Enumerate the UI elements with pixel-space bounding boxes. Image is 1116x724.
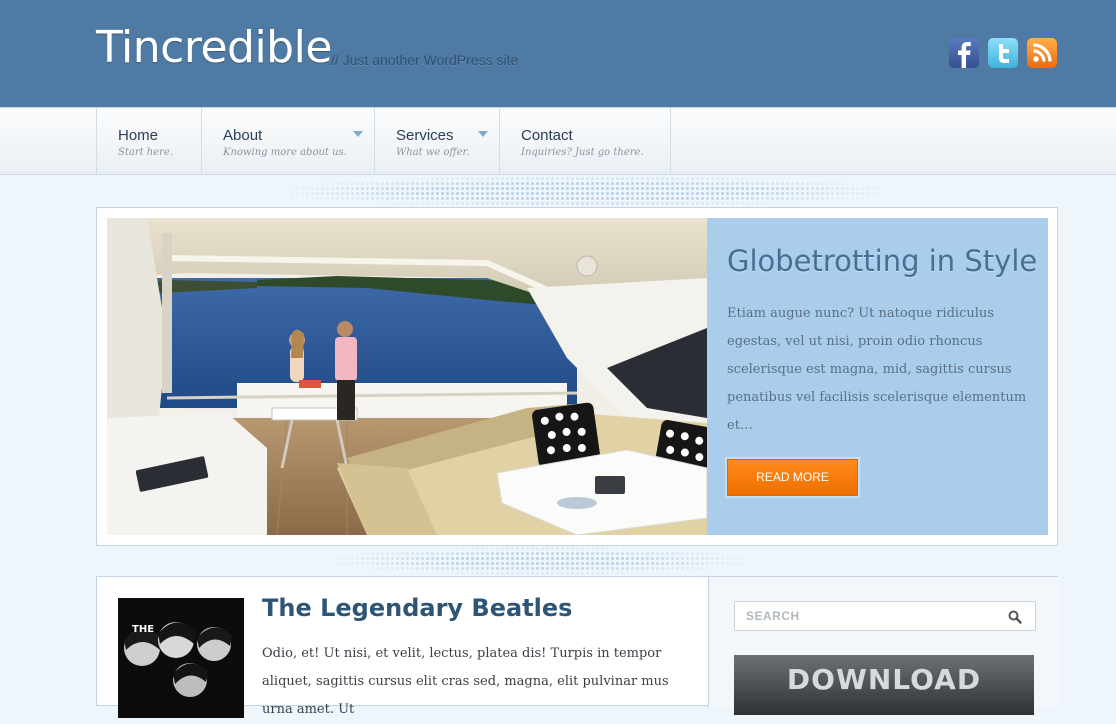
main-nav: Home Start here. About Knowing more abou… (0, 107, 1116, 175)
nav-list: Home Start here. About Knowing more abou… (96, 108, 671, 175)
nav-sublabel: Knowing more about us. (223, 147, 347, 158)
site-header: Tincredible // Just another WordPress si… (0, 0, 1116, 107)
nav-sublabel: What we offer. (396, 147, 470, 158)
facebook-icon[interactable] (949, 38, 979, 68)
nav-sublabel: Start here. (118, 147, 174, 158)
content-area: THE The Legendary Beatles Odio, et! Ut n… (96, 576, 1059, 718)
dropdown-arrow-icon (353, 131, 363, 137)
search-box (734, 601, 1036, 631)
download-banner-text: DOWNLOAD (786, 663, 982, 696)
featured-excerpt: Etiam augue nunc? Ut natoque ridiculus e… (727, 306, 1027, 433)
nav-label: About (223, 127, 263, 144)
nav-label: Home (118, 127, 159, 144)
nav-item-about[interactable]: About Knowing more about us. (202, 108, 375, 175)
search-icon[interactable] (1008, 609, 1022, 628)
post-title[interactable]: The Legendary Beatles (262, 594, 572, 622)
download-banner[interactable]: DOWNLOAD (734, 655, 1034, 715)
search-input[interactable] (735, 602, 1006, 630)
featured-title[interactable]: Globetrotting in Style (727, 244, 1037, 278)
nav-item-services[interactable]: Services What we offer. (375, 108, 500, 175)
dropdown-arrow-icon (478, 131, 488, 137)
site-title[interactable]: Tincredible (96, 22, 332, 73)
post-excerpt: Odio, et! Ut nisi, et velit, lectus, pla… (262, 646, 669, 717)
rss-icon[interactable] (1027, 38, 1057, 68)
halftone-decoration (290, 176, 880, 207)
featured-slider: Globetrotting in Style Etiam augue nunc?… (96, 207, 1058, 546)
thumb-text: THE (132, 624, 154, 635)
halftone-decoration (330, 546, 750, 576)
nav-item-home[interactable]: Home Start here. (97, 108, 202, 175)
featured-image[interactable] (107, 218, 707, 535)
sidebar: DOWNLOAD (708, 577, 1059, 715)
post-thumbnail[interactable]: THE (118, 598, 244, 718)
read-more-button[interactable]: READ MORE (727, 459, 858, 496)
twitter-icon[interactable] (988, 38, 1018, 68)
nav-label: Contact (521, 127, 573, 144)
nav-sublabel: Inquiries? Just go there. (521, 147, 644, 158)
featured-caption-panel: Globetrotting in Style Etiam augue nunc?… (707, 218, 1048, 535)
site-tagline: // Just another WordPress site (331, 52, 519, 68)
nav-item-contact[interactable]: Contact Inquiries? Just go there. (500, 108, 671, 175)
